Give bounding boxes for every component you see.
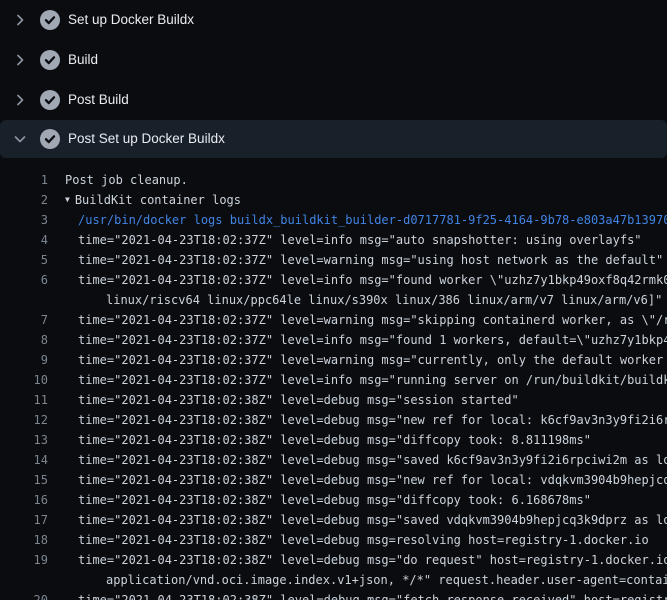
log-line-number[interactable]: 1	[0, 173, 48, 187]
log-text: time="2021-04-23T18:02:38Z" level=debug …	[78, 393, 519, 407]
log-group-toggle-line[interactable]: 2 ▼ BuildKit container logs	[0, 190, 667, 210]
log-command-text: /usr/bin/docker logs buildx_buildkit_bui…	[78, 213, 667, 227]
log-text: time="2021-04-23T18:02:37Z" level=info m…	[78, 333, 667, 347]
log-line-number[interactable]: 6	[0, 273, 48, 287]
log-line-number[interactable]: 7	[0, 313, 48, 327]
step-row-post-set-up-docker-buildx[interactable]: Post Set up Docker Buildx	[0, 120, 667, 158]
step-row-post-build[interactable]: Post Build	[0, 80, 667, 120]
step-label: Post Set up Docker Buildx	[68, 132, 225, 146]
log-line-number[interactable]: 20	[0, 593, 48, 600]
log-line: 10 time="2021-04-23T18:02:37Z" level=info…	[0, 370, 667, 390]
check-circle-icon	[40, 90, 60, 110]
log-text: time="2021-04-23T18:02:38Z" level=debug …	[78, 513, 667, 527]
log-area: 1 Post job cleanup. 2 ▼ BuildKit container l…	[0, 158, 667, 600]
log-line: 15 time="2021-04-23T18:02:38Z" level=debu…	[0, 470, 667, 490]
log-line-number[interactable]: 16	[0, 493, 48, 507]
log-wrap-line: application/vnd.oci.image.index.v1+json,…	[0, 570, 667, 590]
log-text: BuildKit container logs	[75, 193, 241, 207]
log-line-number[interactable]: 17	[0, 513, 48, 527]
actions-log-viewer: Set up Docker Buildx Build Post Build Post …	[0, 0, 667, 600]
step-label: Build	[68, 53, 98, 67]
log-text: time="2021-04-23T18:02:37Z" level=info m…	[78, 273, 667, 287]
chevron-down-icon	[12, 131, 28, 147]
log-text: time="2021-04-23T18:02:38Z" level=debug …	[78, 453, 667, 467]
log-line: 17 time="2021-04-23T18:02:38Z" level=debu…	[0, 510, 667, 530]
check-circle-icon	[40, 50, 60, 70]
log-line: 5 time="2021-04-23T18:02:37Z" level=warni…	[0, 250, 667, 270]
log-line: 20 time="2021-04-23T18:02:38Z" level=debu…	[0, 590, 667, 600]
log-line-number[interactable]: 12	[0, 413, 48, 427]
log-line: 12 time="2021-04-23T18:02:38Z" level=debu…	[0, 410, 667, 430]
log-line-number[interactable]: 11	[0, 393, 48, 407]
log-text: time="2021-04-23T18:02:38Z" level=debug …	[78, 413, 667, 427]
log-line: 6 time="2021-04-23T18:02:37Z" level=info …	[0, 270, 667, 290]
log-line: 11 time="2021-04-23T18:02:38Z" level=debu…	[0, 390, 667, 410]
log-line: 16 time="2021-04-23T18:02:38Z" level=debu…	[0, 490, 667, 510]
log-line-number[interactable]: 9	[0, 353, 48, 367]
log-line-number[interactable]: 15	[0, 473, 48, 487]
log-line-number[interactable]: 4	[0, 233, 48, 247]
step-row-set-up-docker-buildx[interactable]: Set up Docker Buildx	[0, 0, 667, 40]
log-text: linux/riscv64 linux/ppc64le linux/s390x …	[106, 293, 662, 307]
log-line: 19 time="2021-04-23T18:02:38Z" level=debu…	[0, 550, 667, 570]
chevron-right-icon	[12, 92, 28, 108]
log-line-number[interactable]: 2	[0, 193, 48, 207]
chevron-right-icon	[12, 52, 28, 68]
log-line-number[interactable]: 14	[0, 453, 48, 467]
log-text: time="2021-04-23T18:02:38Z" level=debug …	[78, 473, 667, 487]
chevron-right-icon	[12, 12, 28, 28]
log-line: 18 time="2021-04-23T18:02:38Z" level=debu…	[0, 530, 667, 550]
log-line-number[interactable]: 18	[0, 533, 48, 547]
log-text: application/vnd.oci.image.index.v1+json,…	[106, 573, 667, 587]
log-line: 9 time="2021-04-23T18:02:37Z" level=warni…	[0, 350, 667, 370]
log-line-number[interactable]: 8	[0, 333, 48, 347]
check-circle-icon	[40, 129, 60, 149]
log-line: 8 time="2021-04-23T18:02:37Z" level=info …	[0, 330, 667, 350]
group-expanded-triangle-icon: ▼	[65, 195, 70, 204]
log-line-number[interactable]: 13	[0, 433, 48, 447]
log-text: time="2021-04-23T18:02:38Z" level=debug …	[78, 433, 591, 447]
log-text: time="2021-04-23T18:02:37Z" level=warnin…	[78, 253, 663, 267]
log-text: time="2021-04-23T18:02:37Z" level=info m…	[78, 233, 642, 247]
log-text: time="2021-04-23T18:02:38Z" level=debug …	[78, 593, 667, 600]
step-label: Post Build	[68, 93, 129, 107]
log-text: time="2021-04-23T18:02:37Z" level=info m…	[78, 373, 667, 387]
log-line: 4 time="2021-04-23T18:02:37Z" level=info …	[0, 230, 667, 250]
log-wrap-line: linux/riscv64 linux/ppc64le linux/s390x …	[0, 290, 667, 310]
log-line-number[interactable]: 19	[0, 553, 48, 567]
log-text: time="2021-04-23T18:02:37Z" level=warnin…	[78, 353, 667, 367]
check-circle-icon	[40, 10, 60, 30]
log-text: time="2021-04-23T18:02:38Z" level=debug …	[78, 493, 591, 507]
log-line: 13 time="2021-04-23T18:02:38Z" level=debu…	[0, 430, 667, 450]
log-line: 3/usr/bin/docker logs buildx_buildkit_bu…	[0, 210, 667, 230]
step-label: Set up Docker Buildx	[68, 13, 194, 27]
log-text: time="2021-04-23T18:02:38Z" level=debug …	[78, 533, 649, 547]
log-line: 14 time="2021-04-23T18:02:38Z" level=debu…	[0, 450, 667, 470]
log-text: time="2021-04-23T18:02:37Z" level=warnin…	[78, 313, 667, 327]
log-text: time="2021-04-23T18:02:38Z" level=debug …	[78, 553, 667, 567]
log-line: 1 Post job cleanup.	[0, 170, 667, 190]
log-line: 7 time="2021-04-23T18:02:37Z" level=warni…	[0, 310, 667, 330]
log-line-number[interactable]: 5	[0, 253, 48, 267]
log-line-number[interactable]: 10	[0, 373, 48, 387]
step-row-build[interactable]: Build	[0, 40, 667, 80]
steps-list: Set up Docker Buildx Build Post Build Post …	[0, 0, 667, 158]
log-text: Post job cleanup.	[65, 173, 188, 187]
log-line-number[interactable]: 3	[0, 213, 48, 227]
